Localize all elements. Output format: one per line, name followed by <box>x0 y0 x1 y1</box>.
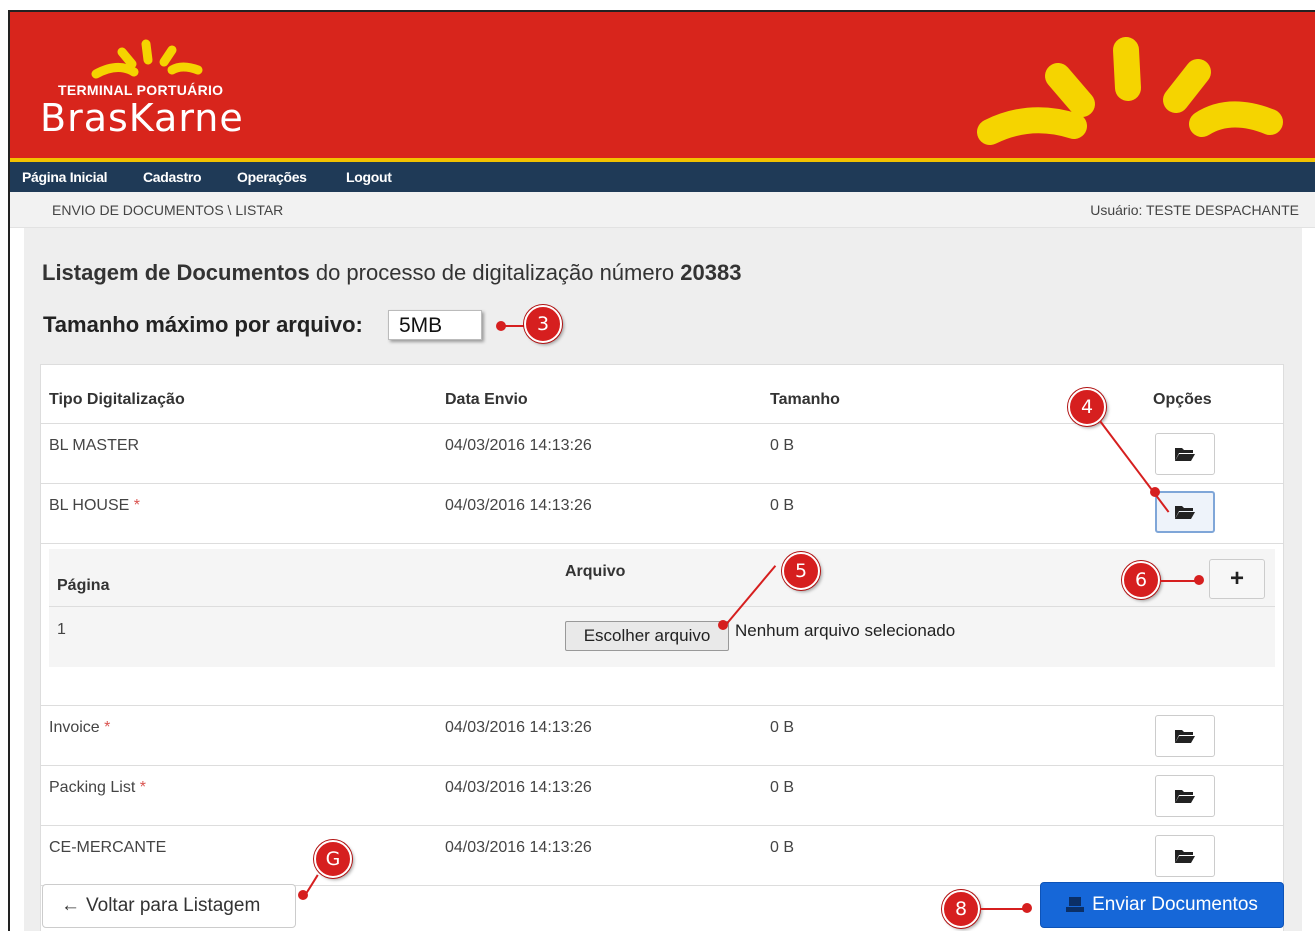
nav-item-logout[interactable]: Logout <box>346 169 392 185</box>
callout-3: 3 <box>524 305 562 343</box>
header-data: Data Envio <box>445 391 528 408</box>
header-banner: TERMINAL PORTUÁRIO BrasKarne <box>10 12 1315 160</box>
open-folder-button[interactable] <box>1155 715 1215 757</box>
callout-dot <box>298 890 308 900</box>
max-size-label: Tamanho máximo por arquivo: <box>43 312 363 337</box>
header-tipo: Tipo Digitalização <box>49 391 185 408</box>
row-divider <box>41 825 1283 826</box>
choose-file-button[interactable]: Escolher arquivo <box>565 621 729 651</box>
cell-data: 04/03/2016 14:13:26 <box>445 719 592 736</box>
callout-8: 8 <box>942 890 980 928</box>
back-to-list-button[interactable]: ← Voltar para Listagem <box>42 884 296 928</box>
row-divider <box>41 705 1283 706</box>
cell-tamanho: 0 B <box>770 779 795 796</box>
cell-tamanho: 0 B <box>770 719 795 736</box>
nav-item-operacoes[interactable]: Operações <box>237 169 307 185</box>
cell-tamanho: 0 B <box>770 839 795 856</box>
upload-tray-icon <box>1066 897 1085 912</box>
breadcrumb: ENVIO DE DOCUMENTOS \ LISTAR <box>52 202 284 218</box>
cell-data: 04/03/2016 14:13:26 <box>445 437 592 454</box>
row-divider <box>41 543 1283 544</box>
cell-tipo: Packing List * <box>49 779 146 796</box>
send-button-label: Enviar Documentos <box>1092 894 1258 915</box>
app-window: TERMINAL PORTUÁRIO BrasKarne Página Inic… <box>8 10 1315 931</box>
callout-g: G <box>314 840 352 878</box>
callout-dot <box>1022 903 1032 913</box>
subheader-arquivo: Arquivo <box>565 563 626 580</box>
sun-rays-icon <box>977 37 1283 145</box>
nav-item-pagina-inicial[interactable]: Página Inicial <box>22 169 108 185</box>
title-bold: Listagem de Documentos <box>42 260 310 285</box>
arrow-left-icon: ← <box>61 895 80 916</box>
cell-data: 04/03/2016 14:13:26 <box>445 497 592 514</box>
sub-divider <box>49 606 1275 607</box>
title-text: do processo de digitalização número <box>309 260 681 285</box>
documents-table: Tipo Digitalização Data Envio Tamanho Op… <box>40 364 1284 931</box>
header-opcoes: Opções <box>1153 391 1212 408</box>
cell-tipo: Invoice * <box>49 719 111 736</box>
page-title: Listagem de Documentos do processo de di… <box>42 260 741 286</box>
main-panel: Listagem de Documentos do processo de di… <box>24 228 1302 931</box>
open-folder-button-active[interactable] <box>1155 491 1215 533</box>
cell-tipo: BL MASTER <box>49 437 140 454</box>
process-number: 20383 <box>680 260 742 285</box>
logo-rays-icon <box>91 39 203 79</box>
cell-tamanho: 0 B <box>770 497 795 514</box>
open-folder-button[interactable] <box>1155 433 1215 475</box>
folder-open-icon <box>1175 850 1195 863</box>
max-size-value: 5MB <box>388 310 482 340</box>
top-nav: Página Inicial Cadastro Operações Logout <box>10 162 1315 192</box>
folder-open-icon <box>1175 448 1195 461</box>
user-info: Usuário: TESTE DESPACHANTE <box>1090 202 1299 218</box>
callout-line <box>980 908 1026 910</box>
row-divider <box>41 483 1283 484</box>
callout-dot <box>1150 487 1160 497</box>
callout-dot <box>1194 575 1204 585</box>
cell-tipo: CE-MERCANTE <box>49 839 167 856</box>
add-page-button[interactable]: + <box>1209 559 1265 599</box>
row-divider <box>41 765 1283 766</box>
send-documents-button[interactable]: Enviar Documentos <box>1040 882 1284 928</box>
cell-tamanho: 0 B <box>770 437 795 454</box>
folder-open-icon <box>1175 730 1195 743</box>
folder-open-icon <box>1175 506 1195 519</box>
nav-item-cadastro[interactable]: Cadastro <box>143 169 202 185</box>
header-tamanho: Tamanho <box>770 391 840 408</box>
callout-5: 5 <box>782 552 820 590</box>
back-button-label: Voltar para Listagem <box>86 895 261 916</box>
callout-6: 6 <box>1122 561 1160 599</box>
cell-data: 04/03/2016 14:13:26 <box>445 779 592 796</box>
cell-tipo: BL HOUSE * <box>49 497 141 514</box>
logo-text: BrasKarne <box>40 96 244 140</box>
callout-line <box>1160 580 1198 582</box>
subheader-pagina: Página <box>57 577 110 594</box>
page-number: 1 <box>57 621 66 638</box>
callout-dot <box>718 620 728 630</box>
folder-open-icon <box>1175 790 1195 803</box>
file-status: Nenhum arquivo selecionado <box>735 621 956 640</box>
open-folder-button[interactable] <box>1155 775 1215 817</box>
file-subtable: Página Arquivo + 1 Escolher arquivo Nenh… <box>49 549 1275 667</box>
cell-data: 04/03/2016 14:13:26 <box>445 839 592 856</box>
breadcrumb-bar: ENVIO DE DOCUMENTOS \ LISTAR Usuário: TE… <box>10 192 1315 228</box>
open-folder-button[interactable] <box>1155 835 1215 877</box>
